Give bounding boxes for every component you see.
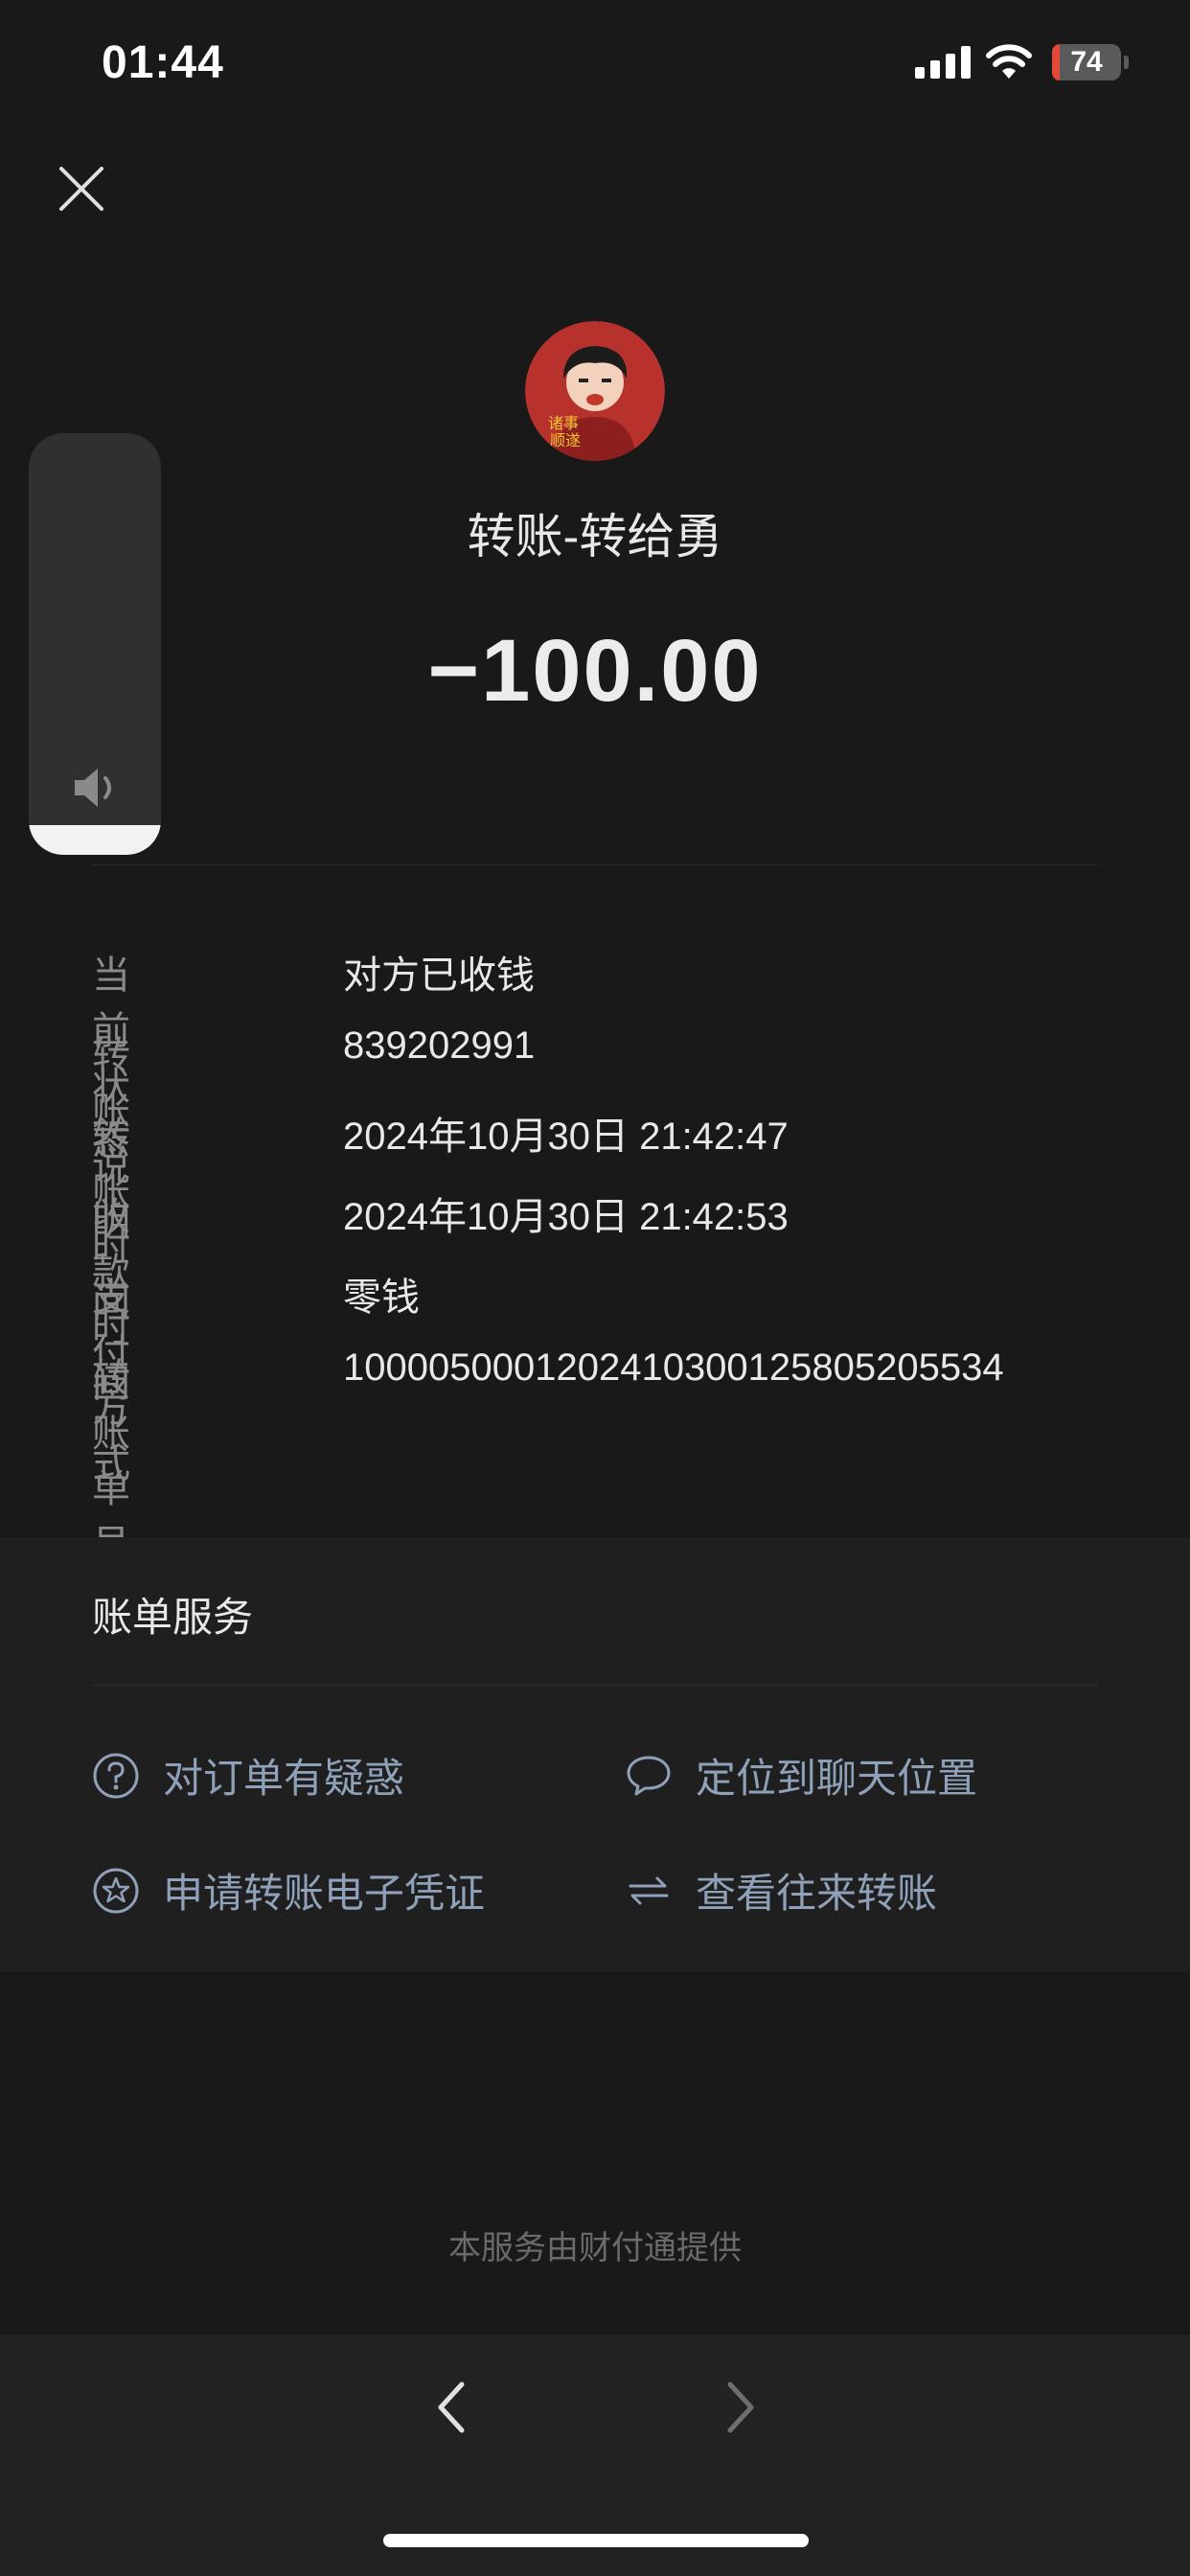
home-indicator[interactable] [383, 2534, 809, 2547]
swap-arrows-icon [629, 1876, 669, 1905]
status-time: 01:44 [102, 37, 224, 88]
forward-arrow-icon[interactable] [721, 2380, 759, 2434]
detail-label: 转账单号 [92, 1357, 130, 1566]
volume-level-fill [29, 825, 161, 855]
divider [92, 864, 1098, 865]
battery-level: 74 [1070, 46, 1103, 78]
service-label: 申请转账电子凭证 [163, 1871, 486, 1916]
speaker-icon [75, 769, 111, 807]
transfer-amount: −100.00 [427, 622, 763, 720]
provider-note: 本服务由财付通提供 [448, 2230, 742, 2266]
bill-services-title: 账单服务 [92, 1595, 254, 1640]
close-icon[interactable] [57, 165, 105, 213]
service-label: 对订单有疑惑 [163, 1756, 405, 1801]
signal-icon [915, 46, 971, 79]
transfer-title: 转账-转给勇 [467, 510, 723, 564]
detail-value: 839202991 [343, 1024, 536, 1067]
back-arrow-icon[interactable] [433, 2380, 471, 2434]
svg-text:顺遂: 顺遂 [550, 431, 581, 449]
wifi-icon [986, 44, 1032, 79]
question-circle-icon [93, 1753, 139, 1799]
detail-value: 对方已收钱 [343, 954, 535, 997]
chat-bubble-icon [627, 1756, 671, 1796]
detail-value: 2024年10月30日 21:42:47 [343, 1116, 789, 1158]
service-label: 查看往来转账 [696, 1871, 938, 1916]
svg-text:诸事: 诸事 [548, 414, 579, 432]
avatar: 诸事 顺遂 [525, 321, 665, 461]
service-label: 定位到聊天位置 [696, 1756, 978, 1801]
divider [92, 1685, 1098, 1686]
detail-value: 2024年10月30日 21:42:53 [343, 1196, 789, 1238]
star-badge-icon [93, 1868, 139, 1914]
detail-value: 零钱 [343, 1276, 420, 1319]
battery-icon: 74 [1052, 44, 1129, 80]
detail-value: 100005000120241030012580520553​4 [343, 1346, 1004, 1389]
